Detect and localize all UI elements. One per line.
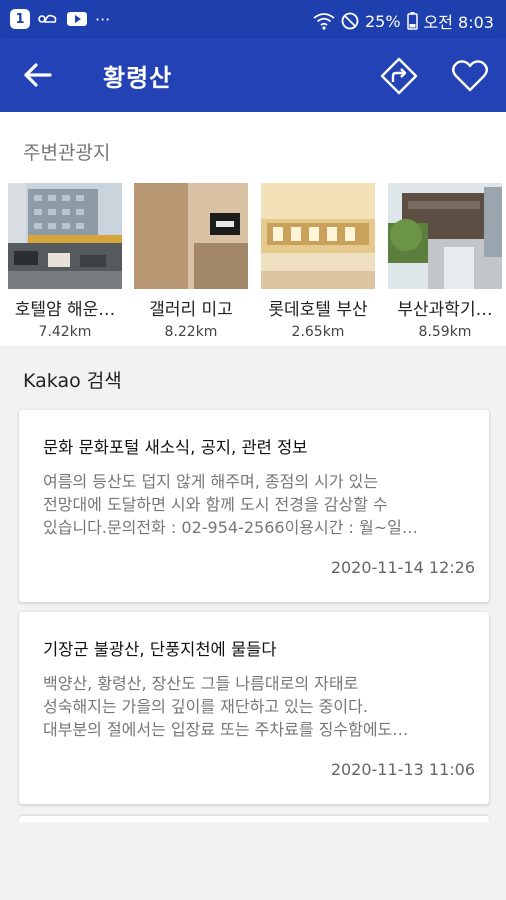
search-result-card[interactable]: 문화 문화포털 새소식, 공지, 관련 정보 여름의 등산도 덥지 않게 해주며…	[19, 410, 489, 602]
notification-badge: 1	[10, 9, 30, 29]
snippet-line: 백양산, 황령산, 장산도 그들 나름대로의 자태로	[43, 674, 359, 693]
place-card[interactable]: 롯데호텔 부산 2.65km	[261, 183, 375, 340]
battery-icon	[406, 12, 418, 30]
snippet-line: 전망대에 도달하면 시와 함께 도시 전경을 감상할 수	[43, 495, 388, 514]
result-snippet: 여름의 등산도 덥지 않게 해주며, 종점의 시가 있는 전망대에 도달하면 시…	[43, 470, 473, 539]
directions-icon	[380, 57, 418, 95]
back-button[interactable]	[22, 60, 56, 90]
wifi-icon	[313, 13, 335, 30]
result-title: 기장군 불광산, 단풍지천에 물들다	[43, 640, 277, 659]
result-snippet: 백양산, 황령산, 장산도 그들 나름대로의 자태로 성숙해지는 가을의 깊이를…	[43, 672, 473, 741]
place-name: 갤러리 미고	[149, 300, 233, 320]
place-photo	[388, 183, 502, 289]
place-name: 롯데호텔 부산	[268, 300, 368, 320]
place-card[interactable]: 호텔얌 해운… 7.42km	[8, 183, 122, 340]
place-card[interactable]: 부산과학기… 8.59km	[388, 183, 502, 340]
result-date: 2020-11-14 12:26	[330, 558, 475, 577]
nearby-carousel[interactable]: 호텔얌 해운… 7.42km 갤러리 미고 8.22km 롯데호텔 부산 2.6…	[0, 183, 506, 343]
place-distance: 8.22km	[164, 324, 218, 340]
place-photo	[134, 183, 248, 289]
heart-icon	[452, 60, 488, 92]
more-dots: ···	[95, 9, 111, 29]
directions-button[interactable]	[379, 56, 419, 96]
cloud-icon	[38, 14, 57, 23]
app-bar: 황령산	[0, 38, 506, 112]
status-bar: 1 ··· 25% 오전 8:03	[0, 0, 506, 38]
place-photo	[261, 183, 375, 289]
favorite-button[interactable]	[450, 56, 490, 96]
page-title: 황령산	[103, 64, 173, 92]
clock: 오전 8:03	[423, 13, 494, 32]
place-name: 호텔얌 해운…	[14, 300, 116, 320]
battery-percent: 25%	[364, 11, 401, 31]
place-photo	[8, 183, 122, 289]
snippet-line: 성숙해지는 가을의 깊이를 재단하고 있는 중이다.	[43, 697, 368, 716]
snippet-line: 있습니다.문의전화 : 02-954-2566이용시간 : 월~일…	[43, 518, 418, 537]
place-distance: 8.59km	[418, 324, 472, 340]
play-icon	[67, 12, 87, 26]
nearby-title: 주변관광지	[23, 142, 111, 164]
snippet-line: 여름의 등산도 덥지 않게 해주며, 종점의 시가 있는	[43, 472, 379, 491]
place-card[interactable]: 갤러리 미고 8.22km	[134, 183, 248, 340]
search-result-card[interactable]: 기장군 불광산, 단풍지천에 물들다 백양산, 황령산, 장산도 그들 나름대로…	[19, 612, 489, 804]
place-distance: 2.65km	[291, 324, 345, 340]
bottom-area	[0, 822, 506, 900]
back-arrow-icon	[24, 63, 52, 87]
place-name: 부산과학기…	[397, 300, 493, 320]
result-date: 2020-11-13 11:06	[330, 760, 475, 779]
kakao-section-title: Kakao 검색	[23, 370, 122, 392]
result-title: 문화 문화포털 새소식, 공지, 관련 정보	[43, 438, 308, 457]
snippet-line: 대부분의 절에서는 입장료 또는 주차료를 징수함에도…	[43, 720, 409, 739]
place-distance: 7.42km	[38, 324, 92, 340]
nearby-section: 주변관광지 호텔얌 해운… 7.42km 갤러리 미고 8.22km 롯데호텔 …	[0, 112, 506, 346]
do-not-disturb-icon	[341, 12, 359, 30]
